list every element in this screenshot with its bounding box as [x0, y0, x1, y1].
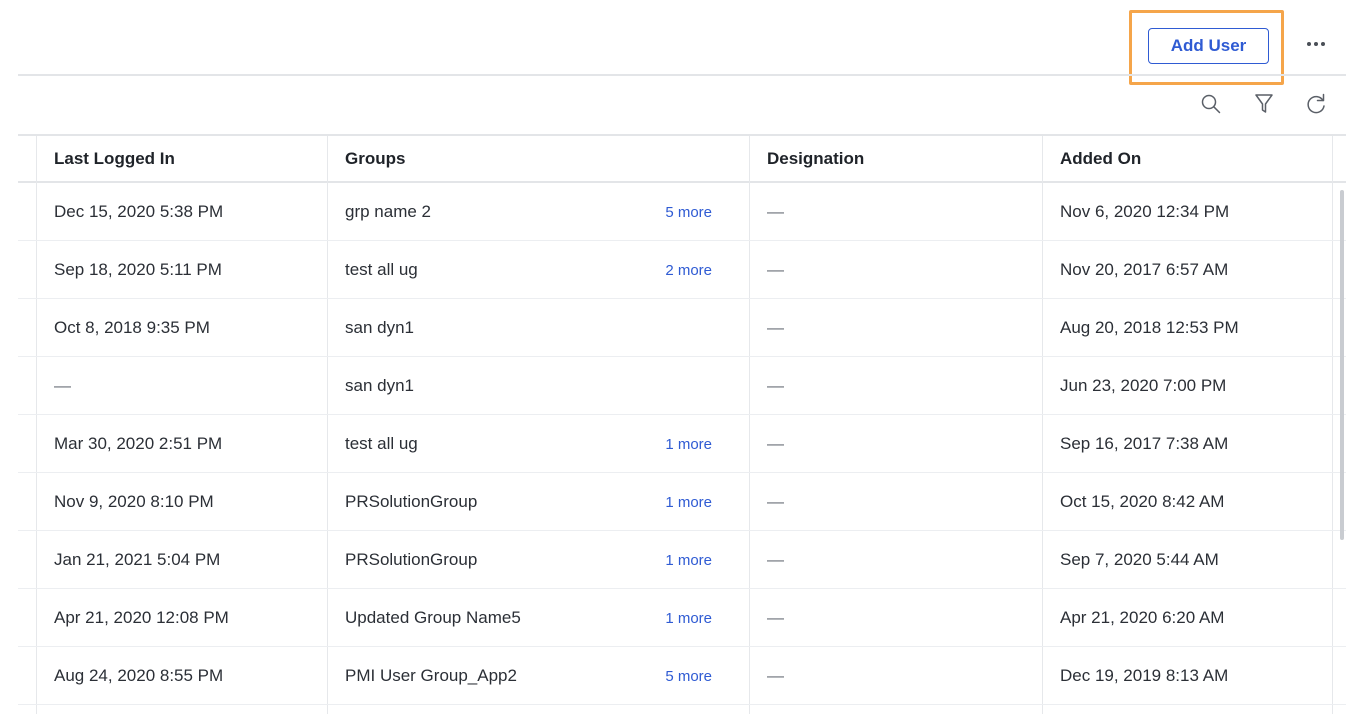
group-cell: PRSolutionGroup [345, 492, 478, 511]
table-row[interactable]: Oct 8, 2018 9:35 PM san dyn1 — Aug 20, 2… [18, 299, 1346, 357]
added-on-cell: Oct 15, 2020 8:42 AM [1060, 492, 1225, 511]
last-logged-in-cell: Sep 18, 2020 5:11 PM [54, 260, 222, 279]
designation-cell: — [767, 550, 784, 569]
column-header-designation[interactable]: Designation [749, 136, 1042, 182]
dot [1314, 42, 1318, 46]
table-row[interactable]: Jan 21, 2021 5:04 PM PRSolutionGroup 1 m… [18, 531, 1346, 589]
more-groups-link[interactable]: 1 more [618, 415, 712, 473]
group-cell: grp name 2 [345, 202, 431, 221]
header-divider [18, 74, 1346, 76]
table-row[interactable]: Dec 15, 2020 5:38 PM grp name 2 5 more —… [18, 183, 1346, 241]
more-groups-link[interactable]: 5 more [618, 183, 712, 241]
dot [1321, 42, 1325, 46]
users-table: Last Logged In Groups Designation Added … [18, 134, 1346, 714]
designation-cell: — [767, 666, 784, 685]
more-options-icon[interactable] [1303, 30, 1329, 58]
designation-cell: — [767, 202, 784, 221]
group-cell: san dyn1 [345, 318, 414, 337]
designation-cell: — [767, 260, 784, 279]
table-row[interactable]: Mar 30, 2020 2:51 PM test all ug 1 more … [18, 415, 1346, 473]
designation-cell: — [767, 434, 784, 453]
designation-cell: — [767, 608, 784, 627]
group-cell: PRSolutionGroup [345, 550, 478, 569]
add-user-button[interactable]: Add User [1148, 28, 1269, 64]
refresh-icon[interactable] [1304, 90, 1328, 118]
designation-cell: — [767, 318, 784, 337]
more-groups-link[interactable]: 1 more [618, 473, 712, 531]
designation-cell: — [767, 492, 784, 511]
table-row[interactable]: Nov 9, 2020 8:10 PM PRSolutionGroup 1 mo… [18, 473, 1346, 531]
group-cell: Updated Group Name5 [345, 608, 521, 627]
added-on-cell: Sep 7, 2020 5:44 AM [1060, 550, 1219, 569]
table-row[interactable]: Sep 18, 2020 5:11 PM test all ug 2 more … [18, 241, 1346, 299]
column-header-groups[interactable]: Groups [327, 136, 749, 182]
last-logged-in-cell: Nov 9, 2020 8:10 PM [54, 492, 214, 511]
added-on-cell: Nov 20, 2017 6:57 AM [1060, 260, 1229, 279]
added-on-cell: Nov 6, 2020 12:34 PM [1060, 202, 1230, 221]
more-groups-link[interactable]: 2 more [618, 241, 712, 299]
column-header-last-logged-in[interactable]: Last Logged In [36, 136, 327, 182]
more-groups-link[interactable]: 5 more [618, 647, 712, 705]
table-row[interactable]: Aug 24, 2020 8:55 PM PMI User Group_App2… [18, 647, 1346, 705]
group-cell: test all ug [345, 260, 418, 279]
column-header-added-on[interactable]: Added On [1042, 136, 1332, 182]
last-logged-in-cell: Oct 8, 2018 9:35 PM [54, 318, 210, 337]
added-on-cell: Aug 20, 2018 12:53 PM [1060, 318, 1239, 337]
more-groups-link[interactable]: 1 more [618, 531, 712, 589]
table-header: Last Logged In Groups Designation Added … [18, 136, 1346, 183]
last-logged-in-cell: — [54, 376, 71, 395]
group-cell: PMI User Group_App2 [345, 666, 517, 685]
vertical-scrollbar[interactable] [1340, 190, 1344, 540]
last-logged-in-cell: Mar 30, 2020 2:51 PM [54, 434, 223, 453]
filter-icon[interactable] [1252, 90, 1276, 118]
added-on-cell: Dec 19, 2019 8:13 AM [1060, 666, 1229, 685]
dot [1307, 42, 1311, 46]
last-logged-in-cell: Aug 24, 2020 8:55 PM [54, 666, 224, 685]
last-logged-in-cell: Jan 21, 2021 5:04 PM [54, 550, 221, 569]
added-on-cell: Apr 21, 2020 6:20 AM [1060, 608, 1225, 627]
added-on-cell: Sep 16, 2017 7:38 AM [1060, 434, 1229, 453]
table-body: Dec 15, 2020 5:38 PM grp name 2 5 more —… [18, 183, 1346, 705]
page-header: Add User [0, 0, 1356, 85]
designation-cell: — [767, 376, 784, 395]
table-row[interactable]: — san dyn1 — Jun 23, 2020 7:00 PM [18, 357, 1346, 415]
group-cell: test all ug [345, 434, 418, 453]
group-cell: san dyn1 [345, 376, 414, 395]
search-icon[interactable] [1199, 90, 1223, 118]
last-logged-in-cell: Dec 15, 2020 5:38 PM [54, 202, 224, 221]
added-on-cell: Jun 23, 2020 7:00 PM [1060, 376, 1227, 395]
last-logged-in-cell: Apr 21, 2020 12:08 PM [54, 608, 229, 627]
more-groups-link[interactable]: 1 more [618, 589, 712, 647]
table-row[interactable]: Apr 21, 2020 12:08 PM Updated Group Name… [18, 589, 1346, 647]
